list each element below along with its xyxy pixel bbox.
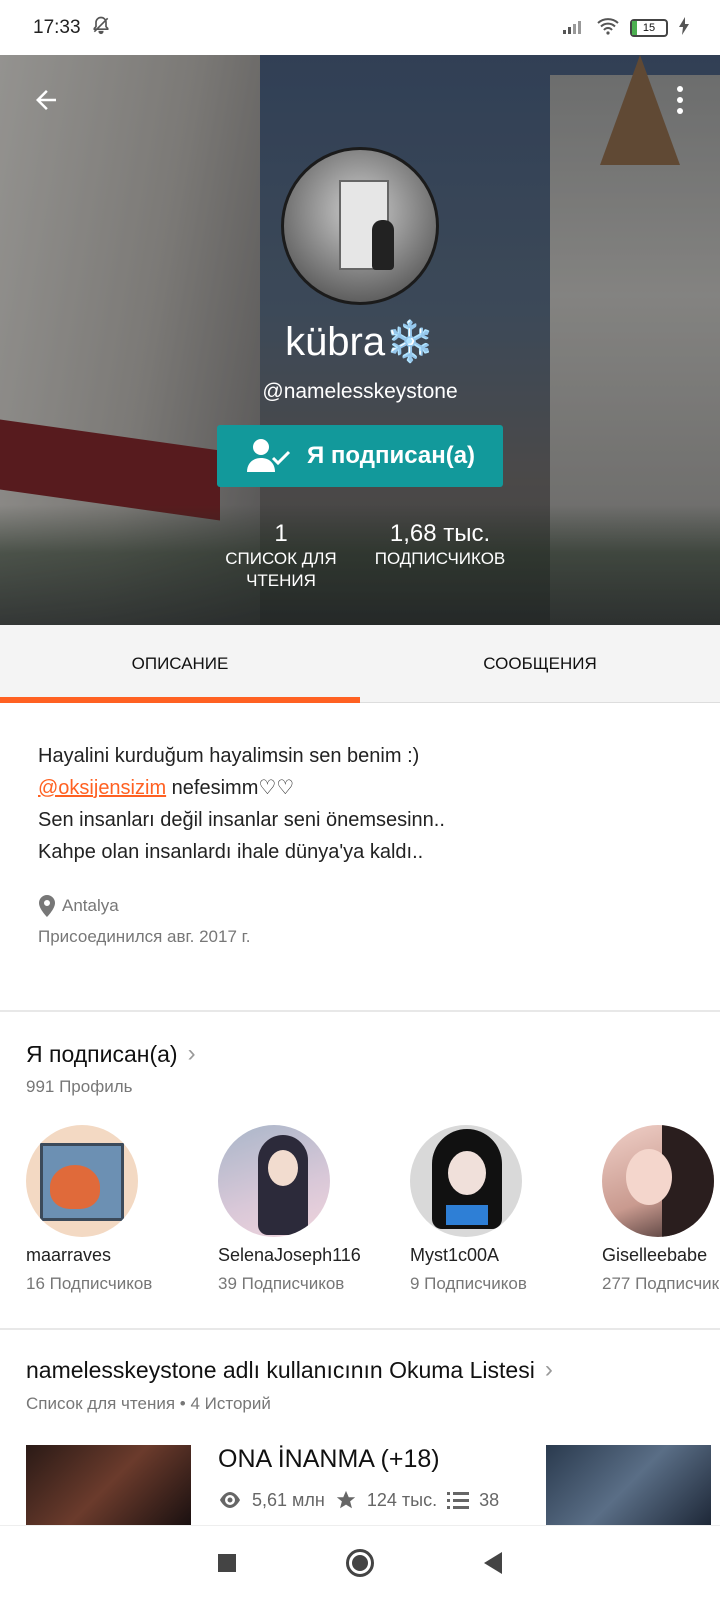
charging-icon: [678, 17, 690, 38]
story-cover[interactable]: [26, 1445, 191, 1525]
avatar: [602, 1125, 714, 1237]
username: @namelesskeystone: [262, 380, 458, 403]
system-nav-bar: [0, 1525, 720, 1600]
story-parts: 38: [479, 1489, 500, 1510]
story-stats: 5,61 млн 124 тыс. 38: [218, 1489, 499, 1511]
bell-off-icon: [91, 15, 111, 41]
joined-date: Присоединился авг. 2017 г.: [38, 927, 251, 946]
divider: [0, 1328, 720, 1330]
user-check-icon: [245, 436, 291, 476]
section-title: namelesskeystone adlı kullanıcının Okuma…: [26, 1356, 535, 1383]
location: Antalya: [62, 896, 119, 915]
signal-icon: [562, 17, 586, 38]
avatar: [218, 1125, 330, 1237]
following-count: 991 Профиль: [26, 1077, 133, 1096]
following-section-header[interactable]: Я подписан(а) ›: [26, 1040, 196, 1068]
following-person[interactable]: maarraves 16 Подписчиков: [26, 1125, 216, 1294]
person-followers: 277 Подписчиков: [602, 1274, 720, 1293]
person-followers: 39 Подписчиков: [218, 1274, 345, 1293]
display-name: kübra❄️: [285, 320, 435, 364]
story-title[interactable]: ONA İNANMA (+18): [218, 1445, 440, 1474]
stat-label: СПИСОК ДЛЯ ЧТЕНИЯ: [225, 549, 337, 590]
recents-button[interactable]: [218, 1554, 236, 1572]
description-line: Hayalini kurduğum hayalimsin sen benim :…: [38, 745, 420, 767]
back-arrow-icon[interactable]: [28, 82, 64, 118]
profile-avatar: [281, 147, 439, 305]
person-name: Myst1c00A: [410, 1245, 500, 1265]
mention-link[interactable]: @oksijensizim: [38, 777, 166, 799]
wifi-icon: [596, 17, 620, 38]
description-line: Kahpe olan insanlardı ihale dünya'ya kal…: [38, 841, 424, 863]
stat-followers[interactable]: 1,68 тыс. ПОДПИСЧИКОВ: [360, 520, 520, 570]
battery-level: 15: [642, 21, 656, 34]
story-cover[interactable]: [546, 1445, 711, 1525]
profile-description: Hayalini kurduğum hayalimsin sen benim :…: [38, 740, 688, 868]
home-button[interactable]: [346, 1549, 374, 1577]
story-card[interactable]: ONA İNANMA (+18) 5,61 млн 124 тыс. 38: [26, 1445, 720, 1525]
story-votes: 124 тыс.: [366, 1489, 438, 1510]
tab-messages[interactable]: СООБЩЕНИЯ: [360, 625, 720, 702]
person-followers: 16 Подписчиков: [26, 1274, 153, 1293]
following-button-label: Я подписан(а): [306, 442, 476, 469]
section-title: Я подписан(а): [26, 1040, 178, 1067]
stat-value: 1,68 тыс.: [389, 520, 491, 547]
reading-list-subtitle: Список для чтения • 4 Историй: [26, 1394, 271, 1413]
chevron-right-icon: ›: [187, 1040, 196, 1067]
following-list: maarraves 16 Подписчиков SelenaJoseph116…: [26, 1125, 720, 1305]
status-time: 17:33: [33, 16, 81, 38]
list-icon: [447, 1490, 470, 1510]
battery-icon: 15: [630, 18, 668, 37]
story-reads: 5,61 млн: [252, 1489, 325, 1510]
person-name: SelenaJoseph116: [218, 1245, 361, 1265]
divider: [0, 1010, 720, 1012]
tab-about[interactable]: ОПИСАНИЕ: [0, 625, 360, 703]
eye-icon: [218, 1491, 242, 1509]
following-person[interactable]: Myst1c00A 9 Подписчиков: [410, 1125, 600, 1294]
avatar: [410, 1125, 522, 1237]
following-person[interactable]: Giselleebabe 277 Подписчиков: [602, 1125, 720, 1294]
following-button[interactable]: Я подписан(а): [217, 425, 503, 487]
location-pin-icon: [38, 894, 56, 917]
avatar: [26, 1125, 138, 1237]
person-name: Giselleebabe: [602, 1245, 708, 1265]
star-icon: [335, 1489, 357, 1511]
back-button[interactable]: [484, 1552, 502, 1574]
reading-list-header[interactable]: namelesskeystone adlı kullanıcının Okuma…: [26, 1356, 553, 1384]
description-line: nefesimm♡♡: [166, 777, 295, 799]
description-line: Sen insanları değil insanlar seni önemse…: [38, 809, 445, 831]
person-followers: 9 Подписчиков: [410, 1274, 527, 1293]
person-name: maarraves: [26, 1245, 112, 1265]
stat-reading-lists[interactable]: 1 СПИСОК ДЛЯ ЧТЕНИЯ: [215, 520, 347, 592]
status-bar: 17:33 15: [0, 0, 720, 55]
stat-value: 1: [274, 520, 288, 547]
following-person[interactable]: SelenaJoseph116 39 Подписчиков: [218, 1125, 408, 1294]
chevron-right-icon: ›: [544, 1356, 553, 1383]
more-options-icon[interactable]: [670, 82, 690, 118]
stat-label: ПОДПИСЧИКОВ: [374, 549, 506, 568]
profile-tabs: ОПИСАНИЕ СООБЩЕНИЯ: [0, 625, 720, 703]
profile-meta: Antalya Присоединился авг. 2017 г.: [38, 890, 251, 952]
